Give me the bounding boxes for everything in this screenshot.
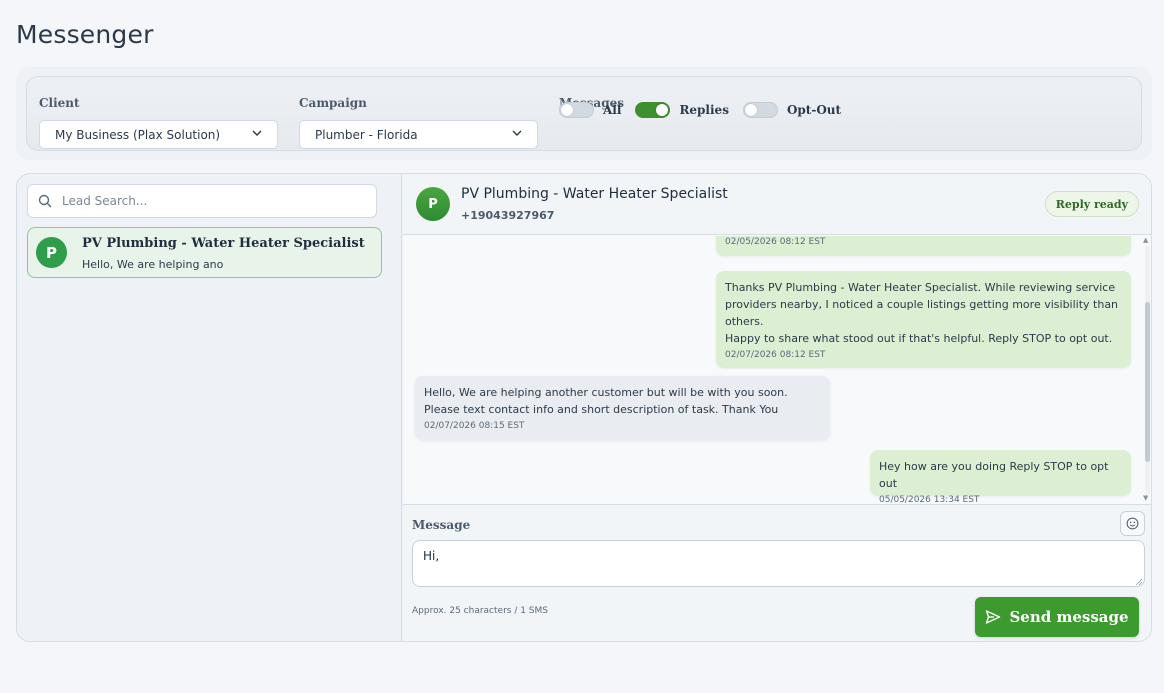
smiley-icon — [1126, 517, 1139, 530]
toggle-all-label: All — [603, 103, 622, 117]
chevron-down-icon — [512, 130, 522, 136]
client-select-value: My Business (Plax Solution) — [55, 128, 221, 142]
message-bubble-outgoing: Thanks PV Plumbing - Water Heater Specia… — [716, 271, 1131, 368]
scrollbar-thumb[interactable] — [1145, 302, 1150, 462]
message-text: Hey how are you doing Reply STOP to opt … — [879, 460, 1109, 490]
lead-list-pane: P PV Plumbing - Water Heater Specialist … — [17, 174, 402, 641]
toggle-replies-label: Replies — [679, 103, 729, 117]
scroll-down-icon[interactable]: ▼ — [1143, 494, 1148, 502]
scroll-up-icon[interactable]: ▲ — [1143, 236, 1148, 244]
send-icon — [986, 610, 1001, 624]
message-input[interactable]: Hi, — [412, 540, 1145, 587]
conversation-pane: P PV Plumbing - Water Heater Specialist … — [403, 174, 1151, 641]
message-time: 05/05/2026 13:34 EST — [879, 495, 980, 504]
message-bubble-outgoing: 02/05/2026 08:12 EST — [716, 236, 1131, 256]
lead-preview: Hello, We are helping ano — [82, 258, 224, 271]
message-time: 02/07/2026 08:12 EST — [725, 350, 826, 360]
contact-name: PV Plumbing - Water Heater Specialist — [461, 186, 728, 202]
message-text: Happy to share what stood out if that's … — [725, 332, 1113, 345]
lead-search-input[interactable] — [62, 185, 362, 217]
message-composer: Message Hi, Approx. 25 characters / 1 SM… — [403, 504, 1151, 641]
filter-panel: Client My Business (Plax Solution) Campa… — [16, 67, 1152, 160]
chat-header: P PV Plumbing - Water Heater Specialist … — [403, 174, 1151, 235]
avatar: P — [416, 187, 450, 221]
character-count: Approx. 25 characters / 1 SMS — [412, 606, 548, 616]
page-title: Messenger — [16, 20, 154, 49]
message-text: Hello, We are helping another customer b… — [424, 386, 788, 416]
status-badge: Reply ready — [1044, 191, 1139, 217]
campaign-label: Campaign — [299, 96, 367, 110]
resize-handle-icon[interactable] — [1135, 578, 1143, 586]
toggle-replies[interactable] — [635, 102, 671, 118]
message-text: Thanks PV Plumbing - Water Heater Specia… — [725, 281, 1119, 328]
lead-name: PV Plumbing - Water Heater Specialist — [82, 236, 365, 251]
message-bubble-incoming: Hello, We are helping another customer b… — [415, 376, 830, 440]
message-label: Message — [412, 518, 471, 532]
chevron-down-icon — [252, 130, 262, 136]
thread-scrollbar[interactable]: ▲ ▼ — [1143, 236, 1151, 504]
message-filter-toggles: All Replies Opt-Out — [559, 100, 855, 120]
campaign-select[interactable]: Plumber - Florida — [299, 120, 538, 149]
emoji-button[interactable] — [1120, 511, 1145, 536]
contact-phone: +19043927967 — [461, 209, 555, 222]
client-label: Client — [39, 96, 80, 110]
campaign-select-value: Plumber - Florida — [315, 128, 418, 142]
message-time: 02/07/2026 08:15 EST — [424, 421, 525, 431]
message-thread[interactable]: 02/05/2026 08:12 EST Thanks PV Plumbing … — [403, 236, 1151, 504]
toggle-opt-out-label: Opt-Out — [786, 103, 842, 117]
lead-search — [27, 184, 377, 218]
messenger-panel: P PV Plumbing - Water Heater Specialist … — [16, 173, 1152, 642]
message-bubble-outgoing: Hey how are you doing Reply STOP to opt … — [870, 450, 1131, 504]
toggle-all[interactable] — [559, 102, 594, 118]
search-icon — [38, 194, 52, 208]
client-select[interactable]: My Business (Plax Solution) — [39, 120, 278, 149]
send-message-button[interactable]: Send message — [975, 597, 1139, 637]
toggle-knob — [656, 104, 669, 116]
avatar: P — [36, 237, 67, 268]
toggle-knob — [561, 104, 573, 116]
toggle-opt-out[interactable] — [742, 102, 778, 118]
message-time: 02/05/2026 08:12 EST — [725, 237, 826, 247]
toggle-knob — [744, 104, 757, 116]
lead-list-item[interactable]: P PV Plumbing - Water Heater Specialist … — [27, 227, 382, 278]
send-button-label: Send message — [1009, 608, 1129, 626]
